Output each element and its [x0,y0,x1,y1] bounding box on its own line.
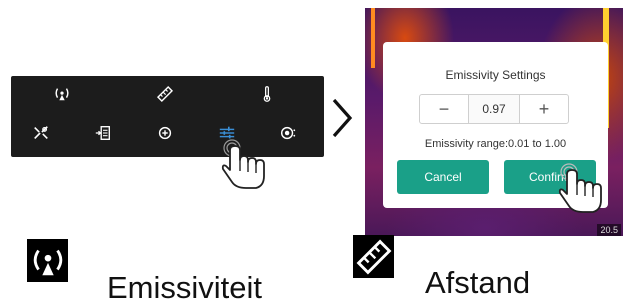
emissivity-range-text: Emissivity range:0.01 to 1.00 [424,138,567,150]
toolbar [11,76,324,157]
decrement-button[interactable]: − [420,95,468,123]
distance-icon [353,235,394,278]
cancel-button[interactable]: Cancel [397,160,489,194]
crosshair-icon[interactable] [156,124,174,142]
hand-pointer-icon [221,139,265,189]
thermometer-icon[interactable] [258,85,276,103]
emissivity-legend-label: Emissiviteit [107,270,263,305]
thermal-camera-view: Emissivity Settings − 0.97 + Emissivity … [365,8,623,236]
shortcut-icon[interactable] [32,124,50,142]
chevron-right-icon [332,98,353,138]
emissivity-stepper: − 0.97 + [419,94,569,124]
hand-pointer-icon [558,163,602,213]
settings-icon[interactable] [279,124,297,142]
distance-legend-label: Afstand [425,265,531,300]
increment-button[interactable]: + [520,95,568,123]
temperature-readout: 20.5 [597,224,621,236]
dialog-title: Emissivity Settings [445,68,546,82]
hot-region [371,8,375,68]
emissivity-icon[interactable] [53,85,71,103]
export-icon[interactable] [94,124,112,142]
emissivity-icon [27,239,68,282]
emissivity-value[interactable]: 0.97 [468,95,520,123]
distance-icon[interactable] [156,85,174,103]
